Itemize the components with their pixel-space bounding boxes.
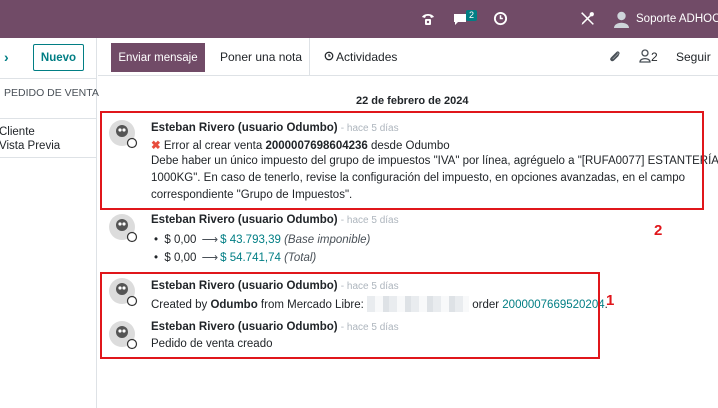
user-avatar[interactable] (613, 10, 630, 28)
user-icon[interactable] (639, 49, 651, 66)
chevron-right-icon[interactable]: › (4, 49, 9, 65)
top-navbar: 2 Soporte ADHOC (0, 0, 718, 38)
field-label-customer[interactable]: Cliente (0, 126, 35, 138)
tools-icon[interactable] (579, 10, 596, 30)
annotation-label-2: 2 (654, 222, 663, 239)
chatter-toolbar: Enviar mensaje Poner una nota Actividade… (98, 38, 718, 76)
field-label-preview[interactable]: Vista Previa (0, 140, 60, 152)
clock-icon (324, 50, 334, 64)
avatar[interactable] (108, 213, 138, 243)
user-name[interactable]: Soporte ADHOC (636, 13, 718, 25)
tracking-change: • $ 0,00 ⟶ $ 54.741,74 (Total) (154, 252, 317, 264)
new-button[interactable]: Nuevo (33, 44, 84, 71)
divider (0, 157, 97, 158)
left-pane: › Nuevo PEDIDO DE VENTA Cliente Vista Pr… (0, 38, 99, 408)
send-message-button[interactable]: Enviar mensaje (111, 43, 205, 72)
tracking-change: • $ 0,00 ⟶ $ 43.793,39 (Base imponible) (154, 234, 371, 246)
annotation-label-1: 1 (606, 292, 615, 309)
column-header: PEDIDO DE VENTA (4, 87, 99, 99)
paperclip-icon[interactable] (608, 49, 622, 67)
followers-count[interactable]: 2 (651, 50, 658, 64)
date-separator: 22 de febrero de 2024 (356, 95, 469, 107)
arrow-right-icon: ⟶ (201, 252, 219, 264)
activities-label: Actividades (336, 50, 398, 64)
divider (309, 38, 310, 76)
log-note-button[interactable]: Poner una nota (220, 50, 302, 64)
phone-icon[interactable] (420, 11, 436, 30)
follow-button[interactable]: Seguir (676, 50, 711, 64)
message-author[interactable]: Esteban Rivero (usuario Odumbo) - hace 5… (151, 214, 399, 226)
annotation-box-2 (100, 111, 704, 210)
chat-badge: 2 (466, 10, 478, 21)
arrow-right-icon: ⟶ (201, 234, 219, 246)
divider (0, 78, 97, 79)
activities-button[interactable]: Actividades (324, 50, 397, 64)
annotation-box-1 (100, 272, 600, 359)
clock-icon[interactable] (493, 11, 508, 29)
divider (0, 118, 97, 119)
message-time: - hace 5 días (340, 215, 399, 226)
